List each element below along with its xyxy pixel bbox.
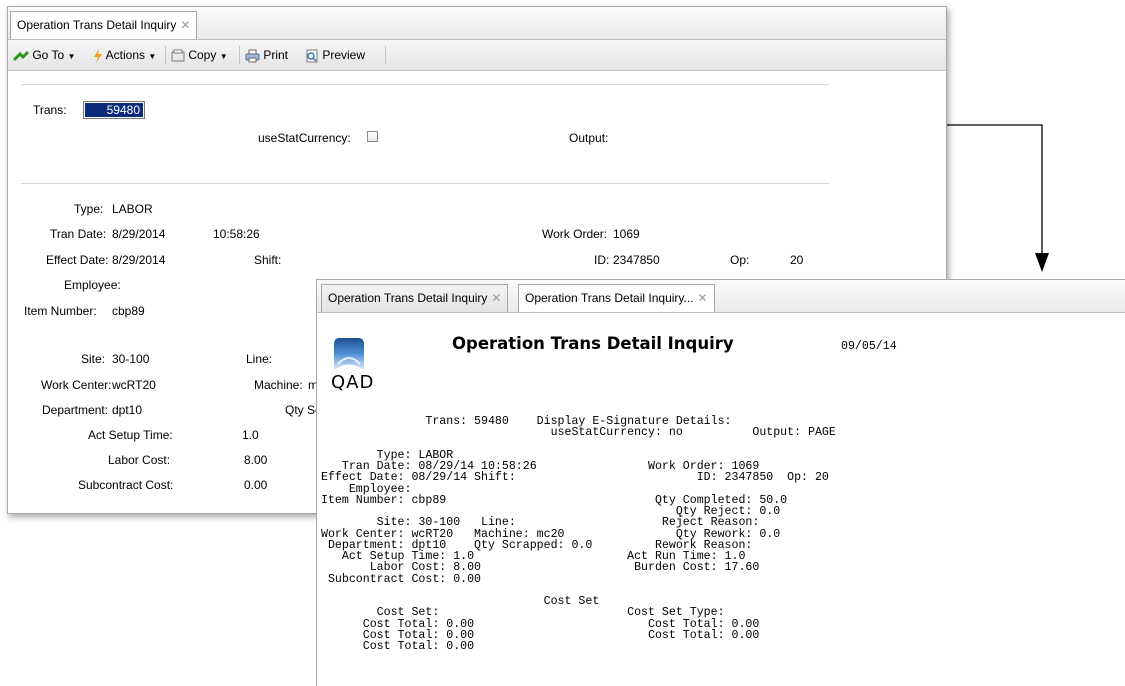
work-center-label: Work Center: (41, 378, 112, 392)
item-number-label: Item Number: (24, 304, 97, 318)
work-center-value: wcRT20 (112, 378, 156, 392)
employee-label: Employee: (64, 278, 121, 292)
report-title: Operation Trans Detail Inquiry (452, 334, 734, 353)
lightning-icon (94, 48, 102, 63)
printer-icon (245, 49, 260, 63)
id-value: 2347850 (613, 253, 660, 267)
toolbar: Go To ▼ Actions ▼ Copy ▼ Print Preview (8, 40, 946, 71)
copy-button[interactable]: Copy ▼ (171, 46, 228, 64)
separator (165, 46, 166, 64)
preview-icon (306, 49, 318, 63)
usestat-label: useStatCurrency: (258, 131, 351, 145)
print-button[interactable]: Print (245, 46, 288, 64)
dropdown-arrow-icon: ▼ (67, 52, 76, 61)
act-setup-value: 1.0 (242, 428, 259, 442)
report-line: Subcontract Cost: 0.00 (321, 572, 482, 586)
trans-input[interactable]: 59480 (83, 101, 145, 119)
work-order-label: Work Order: (542, 227, 608, 241)
work-order-value: 1069 (613, 227, 640, 241)
report-line: Effect Date: 08/29/14 Shift: ID: 2347850… (321, 471, 829, 485)
tab-label: Operation Trans Detail Inquiry... (525, 291, 694, 305)
report-line: useStatCurrency: no Output: PAGE (321, 426, 836, 440)
report-line: Site: 30-100 Line: Reject Reason: (321, 516, 760, 530)
divider (21, 84, 829, 85)
effect-date-label: Effect Date: (46, 253, 109, 267)
department-label: Department: (42, 403, 109, 417)
copy-icon (171, 49, 185, 62)
line-label: Line: (246, 352, 273, 366)
dropdown-arrow-icon: ▼ (148, 52, 157, 61)
tab-operation-trans-detail-inquiry[interactable]: Operation Trans Detail Inquiry ✕ (10, 11, 198, 39)
qad-logo-icon (334, 338, 364, 370)
machine-label: Machine: (254, 378, 303, 392)
type-label: Type: (74, 202, 104, 216)
qad-logo: QAD (329, 334, 373, 398)
close-icon[interactable]: ✕ (180, 18, 190, 32)
act-setup-label: Act Setup Time: (88, 428, 173, 442)
report-date: 09/05/14 (841, 340, 897, 353)
effect-date-value: 8/29/2014 (112, 253, 166, 267)
separator (385, 46, 386, 64)
report-line: Cost Total: 0.00 (321, 640, 475, 653)
type-value: LABOR (112, 202, 153, 216)
labor-cost-value: 8.00 (244, 453, 268, 467)
tab-label: Operation Trans Detail Inquiry (328, 291, 488, 305)
report-preview-window: Operation Trans Detail Inquiry ✕ Operatio… (316, 279, 1125, 686)
arrow-go-icon (13, 50, 29, 61)
trans-label: Trans: (33, 103, 67, 117)
report-line: Labor Cost: 8.00 Burden Cost: 17.60 (321, 561, 760, 575)
tab-operation-trans-detail-inquiry-preview[interactable]: Operation Trans Detail Inquiry... ✕ (518, 284, 715, 312)
tran-time-value: 10:58:26 (213, 227, 260, 241)
tab-strip: Operation Trans Detail Inquiry ✕ Operatio… (317, 280, 1125, 313)
actions-button[interactable]: Actions ▼ (93, 46, 156, 64)
tran-date-label: Tran Date: (50, 227, 107, 241)
close-icon[interactable]: ✕ (491, 291, 501, 305)
item-number-value: cbp89 (112, 304, 145, 318)
close-icon[interactable]: ✕ (698, 291, 708, 305)
report-line: Cost Set: Cost Set Type: (321, 606, 725, 620)
dropdown-arrow-icon: ▼ (219, 52, 228, 61)
preview-button[interactable]: Preview (305, 46, 365, 64)
shift-label: Shift: (254, 253, 282, 267)
logo-text: QAD (331, 372, 375, 393)
tab-strip: Operation Trans Detail Inquiry ✕ (8, 7, 946, 40)
separator (239, 46, 240, 64)
tab-operation-trans-detail-inquiry[interactable]: Operation Trans Detail Inquiry ✕ (321, 284, 509, 312)
id-label: ID: (594, 253, 610, 267)
divider (21, 183, 829, 184)
site-value: 30-100 (112, 352, 150, 366)
tab-label: Operation Trans Detail Inquiry (17, 18, 177, 32)
usestat-checkbox[interactable] (367, 131, 378, 142)
tran-date-value: 8/29/2014 (112, 227, 166, 241)
subcontract-cost-value: 0.00 (244, 478, 268, 492)
labor-cost-label: Labor Cost: (108, 453, 171, 467)
output-label: Output: (569, 131, 609, 145)
site-label: Site: (81, 352, 106, 366)
goto-button[interactable]: Go To ▼ (13, 46, 75, 64)
op-value: 20 (790, 253, 804, 267)
department-value: dpt10 (112, 403, 143, 417)
report-body: Trans: 59480 Display E-Signature Details… (321, 416, 836, 653)
subcontract-cost-label: Subcontract Cost: (78, 478, 174, 492)
op-label: Op: (730, 253, 750, 267)
